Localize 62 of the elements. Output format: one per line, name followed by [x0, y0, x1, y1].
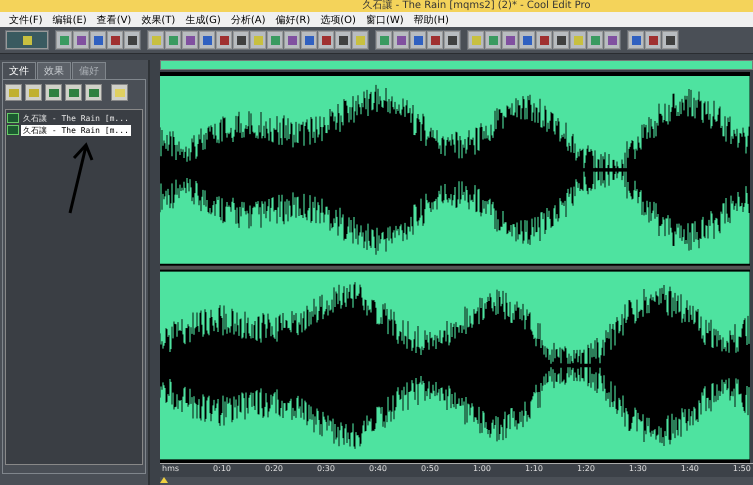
time-label: 1:20	[576, 464, 595, 476]
time-label: hms	[162, 464, 180, 476]
menu-item[interactable]: 选项(O)	[315, 12, 361, 26]
panel-button[interactable]	[85, 84, 102, 101]
time-label: 1:30	[628, 464, 647, 476]
menu-item[interactable]: 查看(V)	[92, 12, 136, 26]
toolbar-button[interactable]	[233, 31, 249, 49]
tool-icon	[22, 36, 32, 44]
toolbar-button[interactable]	[6, 31, 48, 49]
time-label: 1:00	[472, 464, 491, 476]
toolbar-button[interactable]	[284, 31, 300, 49]
time-label: 0:20	[265, 464, 283, 476]
toolbar-button[interactable]	[124, 31, 140, 49]
menu-item[interactable]: 生成(G)	[180, 12, 226, 26]
panel-button[interactable]	[111, 84, 128, 101]
menu-item[interactable]: 效果(T)	[136, 12, 180, 26]
tab[interactable]: 效果	[37, 62, 71, 79]
menu-item[interactable]: 偏好(R)	[270, 12, 316, 26]
time-label: 1:10	[524, 464, 543, 476]
time-label: 0:10	[213, 464, 232, 476]
toolbar-button[interactable]	[410, 31, 426, 49]
toolbar-button[interactable]	[301, 31, 317, 49]
toolbar-button[interactable]	[645, 31, 661, 49]
waveform-icon	[7, 125, 19, 135]
tool-icon	[114, 88, 124, 96]
toolbar-button[interactable]	[553, 31, 569, 49]
toolbar-button[interactable]	[502, 31, 518, 49]
toolbar-button[interactable]	[90, 31, 106, 49]
toolbar-button[interactable]	[107, 31, 123, 49]
time-label: 1:50	[732, 464, 751, 476]
marker-icon[interactable]	[160, 477, 168, 484]
time-label: 0:30	[317, 464, 335, 476]
arrow-drawing	[66, 142, 94, 214]
toolbar-button[interactable]	[216, 31, 232, 49]
menu-item[interactable]: 帮助(H)	[408, 12, 454, 26]
time-label: 1:40	[680, 464, 699, 476]
panel-button[interactable]	[25, 84, 42, 101]
time-label: 0:50	[420, 464, 439, 476]
toolbar-button[interactable]	[444, 31, 460, 49]
toolbar-button[interactable]	[536, 31, 552, 49]
toolbar-button[interactable]	[628, 31, 644, 49]
toolbar-button[interactable]	[318, 31, 334, 49]
panel-button[interactable]	[45, 84, 62, 101]
toolbar-button[interactable]	[182, 31, 198, 49]
panel-button[interactable]	[65, 84, 82, 101]
waveform-icon	[7, 113, 19, 123]
menu-item[interactable]: 编辑(E)	[48, 12, 92, 26]
tab[interactable]: 文件	[2, 62, 36, 79]
toolbar-button[interactable]	[519, 31, 535, 49]
menu-item[interactable]: 窗口(W)	[360, 12, 409, 26]
time-label: 0:40	[369, 464, 387, 476]
toolbar-button[interactable]	[335, 31, 351, 49]
menu-item[interactable]: 文件(F)	[4, 12, 48, 26]
toolbar-button[interactable]	[427, 31, 443, 49]
toolbar-button[interactable]	[662, 31, 678, 49]
toolbar-button[interactable]	[199, 31, 215, 49]
file-item[interactable]: 久石讓 - The Rain [m...	[7, 112, 131, 124]
toolbar-button[interactable]	[604, 31, 620, 49]
toolbar-button[interactable]	[73, 31, 89, 49]
toolbar-button[interactable]	[393, 31, 409, 49]
panel-button[interactable]	[5, 84, 22, 101]
menu-item[interactable]: 分析(A)	[226, 12, 270, 26]
